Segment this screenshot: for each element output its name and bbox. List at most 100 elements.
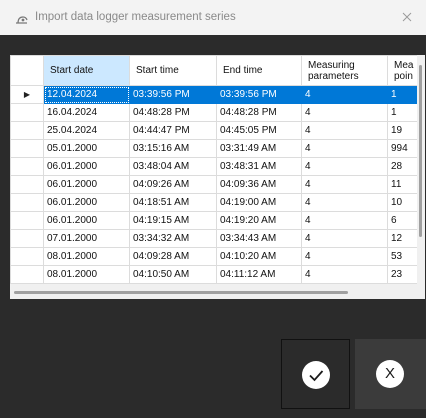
table-cell[interactable]: 4 <box>301 157 388 176</box>
table-row[interactable]: 06.01.2000 03:48:04 AM 03:48:31 AM 4 28 <box>10 157 418 176</box>
table-cell[interactable]: 03:48:04 AM <box>129 157 217 176</box>
row-header[interactable] <box>10 121 44 140</box>
table-cell[interactable]: 25.04.2024 <box>43 121 130 140</box>
horizontal-scroll-thumb[interactable] <box>14 291 348 294</box>
table-cell[interactable]: 10 <box>387 193 418 212</box>
table-cell[interactable]: 04:09:28 AM <box>129 247 217 266</box>
table-cell[interactable]: 19 <box>387 121 418 140</box>
table-cell[interactable]: 4 <box>301 265 388 284</box>
close-icon[interactable] <box>402 12 412 22</box>
table-cell[interactable]: 4 <box>301 121 388 140</box>
table-row[interactable]: 08.01.2000 04:10:50 AM 04:11:12 AM 4 23 <box>10 265 418 284</box>
table-cell[interactable]: 04:19:15 AM <box>129 211 217 230</box>
table-cell[interactable]: 03:48:31 AM <box>216 157 302 176</box>
table-row[interactable]: 05.01.2000 03:15:16 AM 03:31:49 AM 4 994 <box>10 139 418 158</box>
table-cell[interactable]: 04:10:50 AM <box>129 265 217 284</box>
table-cell[interactable]: 04:10:20 AM <box>216 247 302 266</box>
row-header[interactable] <box>10 265 44 284</box>
table-cell[interactable]: 04:48:28 PM <box>129 103 217 122</box>
table-cell[interactable]: 04:48:28 PM <box>216 103 302 122</box>
table-cell[interactable]: 04:44:47 PM <box>129 121 217 140</box>
checkmark-icon[interactable] <box>302 361 330 389</box>
table-cell[interactable]: 08.01.2000 <box>43 247 130 266</box>
column-header-label: Start date <box>50 65 94 76</box>
column-header-start-time[interactable]: Start time <box>129 55 217 86</box>
table-cell[interactable]: 28 <box>387 157 418 176</box>
cancel-label[interactable]: X <box>376 360 404 388</box>
table-cell[interactable]: 1 <box>387 103 418 122</box>
table-cell[interactable]: 53 <box>387 247 418 266</box>
table-cell[interactable]: 04:09:26 AM <box>129 175 217 194</box>
ok-circle[interactable] <box>302 361 330 389</box>
table-cell[interactable]: 4 <box>301 85 388 104</box>
table-row[interactable]: 06.01.2000 04:19:15 AM 04:19:20 AM 4 6 <box>10 211 418 230</box>
table-cell[interactable]: 04:45:05 PM <box>216 121 302 140</box>
table-cell[interactable]: 06.01.2000 <box>43 211 130 230</box>
table-cell[interactable]: 4 <box>301 211 388 230</box>
table-cell[interactable]: 07.01.2000 <box>43 229 130 248</box>
table-row[interactable]: 25.04.2024 04:44:47 PM 04:45:05 PM 4 19 <box>10 121 418 140</box>
ok-button[interactable] <box>281 339 350 409</box>
close-button[interactable] <box>398 0 426 35</box>
measurement-series-grid[interactable]: Start date Start time End time Measuring… <box>10 55 425 299</box>
row-header[interactable] <box>10 193 44 212</box>
table-cell[interactable]: 6 <box>387 211 418 230</box>
table-cell[interactable]: 03:39:56 PM <box>216 85 302 104</box>
table-row[interactable]: 08.01.2000 04:09:28 AM 04:10:20 AM 4 53 <box>10 247 418 266</box>
row-header[interactable] <box>10 103 44 122</box>
table-cell[interactable]: 04:19:00 AM <box>216 193 302 212</box>
table-row[interactable]: 06.01.2000 04:09:26 AM 04:09:36 AM 4 11 <box>10 175 418 194</box>
table-cell[interactable]: 04:19:20 AM <box>216 211 302 230</box>
table-cell[interactable]: 03:15:16 AM <box>129 139 217 158</box>
table-cell[interactable]: 4 <box>301 247 388 266</box>
table-cell[interactable]: 04:18:51 AM <box>129 193 217 212</box>
table-cell[interactable]: 4 <box>301 139 388 158</box>
table-cell[interactable]: 16.04.2024 <box>43 103 130 122</box>
table-cell[interactable]: 12.04.2024 <box>43 85 130 104</box>
horizontal-scrollbar[interactable] <box>10 285 425 299</box>
table-cell[interactable]: 03:34:43 AM <box>216 229 302 248</box>
table-cell[interactable]: 994 <box>387 139 418 158</box>
column-header-start-date[interactable]: Start date <box>43 55 130 86</box>
table-cell[interactable]: 1 <box>387 85 418 104</box>
table-cell[interactable]: 04:09:36 AM <box>216 175 302 194</box>
table-cell[interactable]: 4 <box>301 229 388 248</box>
table-cell[interactable]: 08.01.2000 <box>43 265 130 284</box>
row-header[interactable] <box>10 211 44 230</box>
table-cell[interactable]: 06.01.2000 <box>43 175 130 194</box>
column-header-measuring-points[interactable]: Mea poin <box>387 55 418 86</box>
table-cell[interactable]: 03:31:49 AM <box>216 139 302 158</box>
vertical-scrollbar[interactable] <box>417 55 425 285</box>
table-row[interactable]: 07.01.2000 03:34:32 AM 03:34:43 AM 4 12 <box>10 229 418 248</box>
table-row[interactable]: 06.01.2000 04:18:51 AM 04:19:00 AM 4 10 <box>10 193 418 212</box>
row-header[interactable] <box>10 139 44 158</box>
table-cell[interactable]: 05.01.2000 <box>43 139 130 158</box>
table-cell[interactable]: 12 <box>387 229 418 248</box>
table-cell[interactable]: 4 <box>301 175 388 194</box>
row-header[interactable] <box>10 247 44 266</box>
table-cell[interactable]: 03:34:32 AM <box>129 229 217 248</box>
dialog-top-band <box>0 35 426 55</box>
table-cell[interactable]: 03:39:56 PM <box>129 85 217 104</box>
title-bar: Import data logger measurement series <box>0 0 426 35</box>
import-dialog: Import data logger measurement series St… <box>0 0 426 418</box>
table-cell[interactable]: 4 <box>301 193 388 212</box>
table-cell[interactable]: 4 <box>301 103 388 122</box>
column-header-end-time[interactable]: End time <box>216 55 302 86</box>
table-cell[interactable]: 04:11:12 AM <box>216 265 302 284</box>
column-header-label: Measuring parameters <box>308 59 359 82</box>
row-header[interactable] <box>10 157 44 176</box>
table-cell[interactable]: 06.01.2000 <box>43 193 130 212</box>
table-cell[interactable]: 11 <box>387 175 418 194</box>
table-cell[interactable]: 23 <box>387 265 418 284</box>
table-row[interactable]: 16.04.2024 04:48:28 PM 04:48:28 PM 4 1 <box>10 103 418 122</box>
table-row[interactable]: ▶ 12.04.2024 03:39:56 PM 03:39:56 PM 4 1 <box>10 85 418 104</box>
row-header[interactable] <box>10 175 44 194</box>
current-row-pointer-icon[interactable]: ▶ <box>10 85 44 104</box>
column-header-measuring-parameters[interactable]: Measuring parameters <box>301 55 388 86</box>
vertical-scroll-thumb[interactable] <box>419 65 422 237</box>
cancel-button[interactable]: X <box>355 339 426 409</box>
cancel-circle[interactable]: X <box>376 360 404 388</box>
table-cell[interactable]: 06.01.2000 <box>43 157 130 176</box>
row-header[interactable] <box>10 229 44 248</box>
